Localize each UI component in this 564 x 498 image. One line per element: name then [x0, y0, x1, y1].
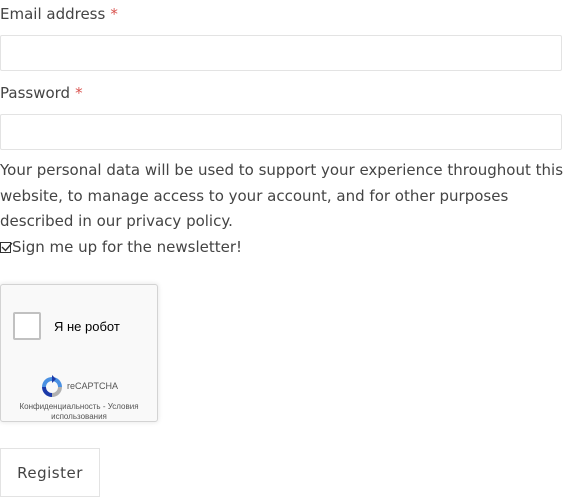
privacy-text: Your personal data will be used to suppo… [0, 161, 564, 230]
password-field[interactable] [0, 114, 562, 150]
newsletter-checkbox[interactable] [0, 241, 13, 253]
email-field[interactable] [0, 35, 562, 71]
newsletter-option[interactable]: Sign me up for the newsletter! [0, 236, 242, 258]
recaptcha-checkbox[interactable] [13, 312, 41, 340]
privacy-policy-link[interactable]: privacy policy [126, 212, 228, 230]
password-label: Password * [0, 84, 83, 102]
password-label-text: Password [0, 84, 71, 102]
privacy-notice: Your personal data will be used to suppo… [0, 158, 564, 235]
required-marker: * [110, 5, 118, 23]
recaptcha-privacy-link[interactable]: Конфиденциальность [19, 402, 100, 411]
recaptcha-widget: Я не робот reCAPTCHA Конфиденциальность … [0, 284, 158, 422]
recaptcha-brand: reCAPTCHA [67, 381, 119, 391]
register-button[interactable]: Register [0, 448, 100, 497]
newsletter-label: Sign me up for the newsletter! [12, 238, 243, 256]
recaptcha-links: Конфиденциальность - Условия использован… [1, 402, 157, 422]
privacy-text-end: . [228, 212, 233, 230]
required-marker: * [75, 84, 83, 102]
email-label-text: Email address [0, 5, 106, 23]
recaptcha-label: Я не робот [54, 319, 120, 334]
email-label: Email address * [0, 5, 118, 23]
checkmark-icon [1, 242, 13, 252]
recaptcha-logo-icon [42, 375, 62, 397]
recaptcha-separator: - [100, 402, 108, 411]
